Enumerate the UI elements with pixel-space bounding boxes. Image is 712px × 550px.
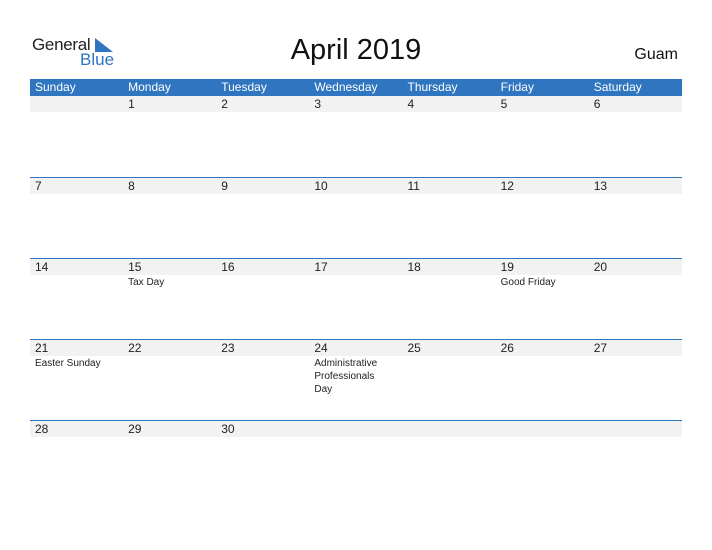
day-number: 11 xyxy=(407,179,420,193)
weekday-wednesday: Wednesday xyxy=(314,80,378,94)
day-number: 23 xyxy=(221,341,235,355)
day-number: 10 xyxy=(314,179,328,193)
day-number: 3 xyxy=(314,97,322,111)
weekday-friday: Friday xyxy=(500,80,534,94)
day-number: 26 xyxy=(500,341,514,355)
day-number: 14 xyxy=(35,260,49,274)
holiday-label: Administrative Professionals Day xyxy=(314,358,378,395)
day-cell: 25 xyxy=(403,340,496,396)
week-row: 1 2 3 4 5 6 xyxy=(30,96,682,177)
week-row: 28 29 30 xyxy=(30,420,682,501)
day-cell xyxy=(496,421,589,437)
week-row: 21 Easter Sunday 22 23 24 Administrative Prof… xyxy=(30,339,682,420)
day-number xyxy=(314,421,402,437)
day-cell: 2 xyxy=(216,96,309,112)
day-cell: 28 xyxy=(30,421,123,437)
day-cell: 22 xyxy=(123,340,216,396)
weekday-monday: Monday xyxy=(128,80,171,94)
weekday-saturday: Saturday xyxy=(593,80,642,94)
day-number: 27 xyxy=(593,341,608,355)
day-cell: 12 xyxy=(496,178,589,194)
weekday-sunday: Sunday xyxy=(35,80,76,94)
day-cell: 29 xyxy=(123,421,216,437)
day-cell: 4 xyxy=(403,96,496,112)
day-cell: 20 xyxy=(589,259,682,289)
day-number: 28 xyxy=(35,422,49,436)
day-number: 13 xyxy=(593,179,608,193)
day-number: 22 xyxy=(128,341,142,355)
day-cell xyxy=(30,96,123,112)
day-cell: 9 xyxy=(216,178,309,194)
day-cell: 10 xyxy=(309,178,402,194)
day-number: 30 xyxy=(221,422,235,436)
day-cell: 13 xyxy=(589,178,682,194)
weeks-container: 1 2 3 4 5 6 7 8 9 10 11 12 13 14 15 Tax Day 16 17 18 19 Good… xyxy=(30,96,682,501)
day-cell: 15 Tax Day xyxy=(123,259,216,289)
day-cell: 19 Good Friday xyxy=(496,259,589,289)
day-number: 2 xyxy=(221,97,228,111)
weekday-header: Sunday Monday Tuesday Wednesday Thursday… xyxy=(30,79,682,96)
day-cell: 14 xyxy=(30,259,123,289)
day-number: 21 xyxy=(35,341,49,355)
day-number: 16 xyxy=(221,260,235,274)
day-cell: 18 xyxy=(403,259,496,289)
day-cell: 21 Easter Sunday xyxy=(30,340,123,396)
day-number: 20 xyxy=(593,260,608,274)
day-cell: 11 xyxy=(403,178,496,194)
weekday-thursday: Thursday xyxy=(407,80,458,94)
day-cell: 8 xyxy=(123,178,216,194)
day-number xyxy=(35,96,123,112)
day-cell: 16 xyxy=(216,259,309,289)
holiday-label: Tax Day xyxy=(128,277,165,288)
day-number: 7 xyxy=(35,179,42,193)
day-cell: 17 xyxy=(309,259,402,289)
day-cell: 3 xyxy=(309,96,402,112)
day-cell: 26 xyxy=(496,340,589,396)
day-number xyxy=(594,421,682,437)
day-cell: 1 xyxy=(123,96,216,112)
day-cell: 5 xyxy=(496,96,589,112)
day-number: 1 xyxy=(128,97,135,111)
day-cell: 6 xyxy=(589,96,682,112)
day-cell: 7 xyxy=(30,178,123,194)
day-number: 24 xyxy=(314,341,328,355)
day-number: 19 xyxy=(500,260,514,274)
day-number: 5 xyxy=(500,97,508,111)
day-number: 25 xyxy=(407,341,421,355)
day-cell xyxy=(403,421,496,437)
day-cell: 23 xyxy=(216,340,309,396)
day-cell: 30 xyxy=(216,421,309,437)
day-number: 8 xyxy=(128,179,135,193)
holiday-label: Easter Sunday xyxy=(35,358,101,369)
holiday-label: Good Friday xyxy=(500,277,556,288)
weekday-tuesday: Tuesday xyxy=(221,80,267,94)
day-cell xyxy=(589,421,682,437)
week-row: 14 15 Tax Day 16 17 18 19 Good Friday 20 xyxy=(30,258,682,339)
day-number xyxy=(501,421,589,437)
day-number: 29 xyxy=(128,422,142,436)
day-number: 17 xyxy=(314,260,328,274)
day-number: 15 xyxy=(128,260,142,274)
day-cell xyxy=(309,421,402,437)
country-label: Guam xyxy=(634,46,678,63)
day-cell: 24 Administrative Professionals Day xyxy=(309,340,402,396)
day-number: 9 xyxy=(221,179,228,193)
week-row: 7 8 9 10 11 12 13 xyxy=(30,177,682,258)
day-cell: 27 xyxy=(589,340,682,396)
day-number xyxy=(408,421,496,437)
day-number: 18 xyxy=(407,260,421,274)
day-number: 4 xyxy=(407,97,415,111)
calendar-grid: Sunday Monday Tuesday Wednesday Thursday… xyxy=(30,79,682,501)
day-number: 12 xyxy=(500,179,514,193)
day-number: 6 xyxy=(593,97,601,111)
calendar-title: April 2019 xyxy=(290,34,422,66)
